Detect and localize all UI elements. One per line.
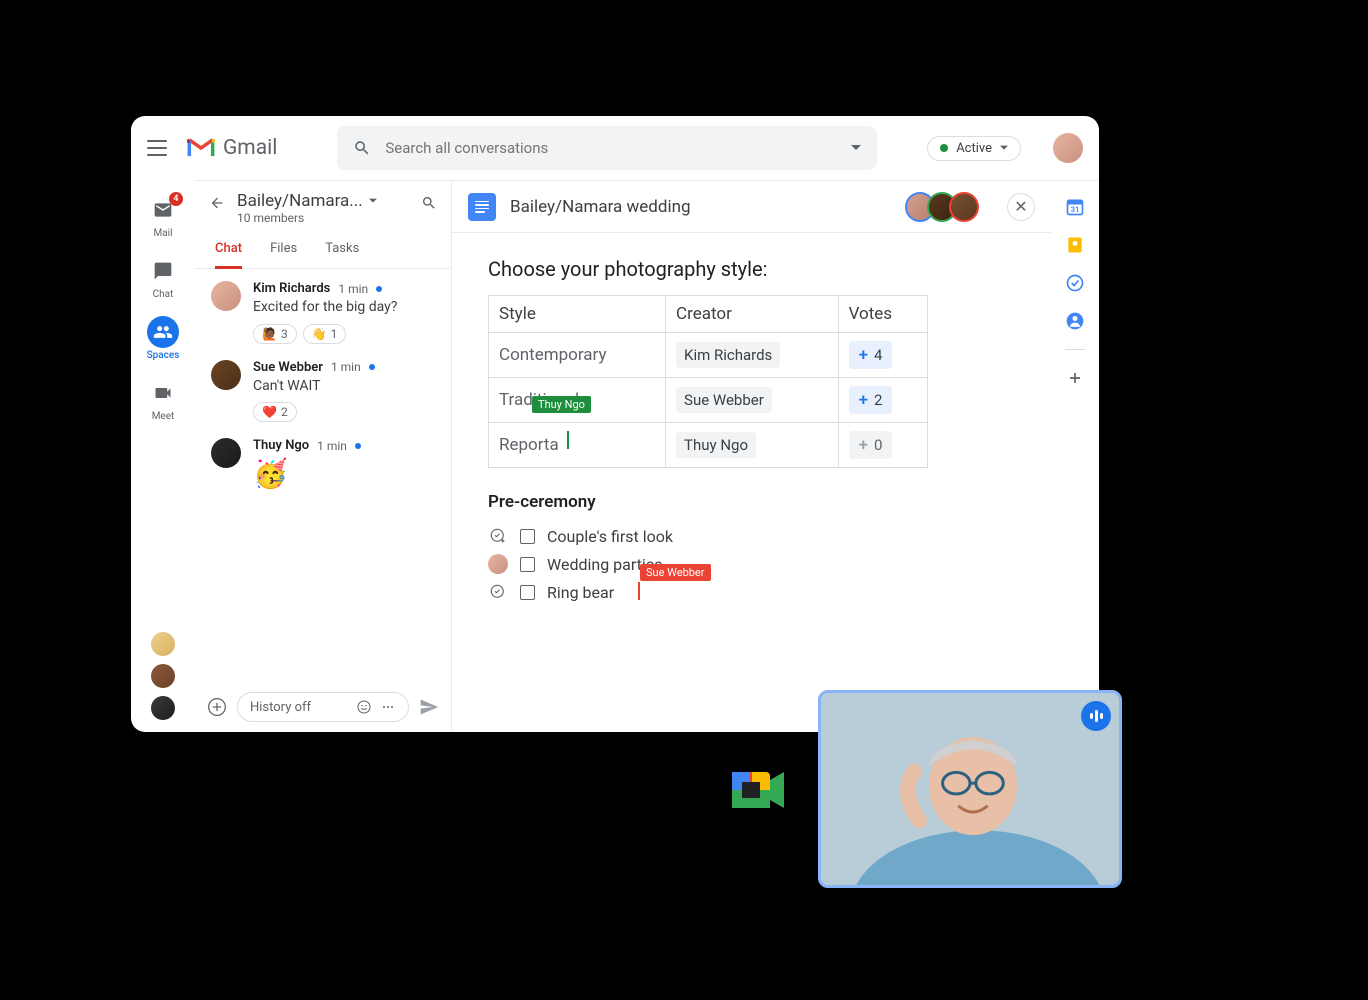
profile-avatar[interactable] <box>1053 133 1083 163</box>
checklist-item: Ring bear Sue Webber <box>488 578 1015 606</box>
checklist-item: Wedding parties <box>488 550 1015 578</box>
topbar: Gmail Active <box>131 116 1099 180</box>
assignee-avatar[interactable] <box>488 554 508 574</box>
meet-video-pip[interactable] <box>818 690 1122 888</box>
document-panel: Bailey/Namara wedding ✕ Choose your phot… <box>451 180 1051 732</box>
nav-chat[interactable]: Chat <box>131 249 195 306</box>
checkbox[interactable] <box>520 529 535 544</box>
doc-section-heading: Pre-ceremony <box>488 492 1015 512</box>
menu-icon[interactable] <box>147 138 167 158</box>
chevron-down-icon[interactable] <box>369 197 377 205</box>
doc-body[interactable]: Choose your photography style: Style Cre… <box>452 233 1051 732</box>
messages-list: Kim Richards1 min Excited for the big da… <box>195 269 451 682</box>
space-title[interactable]: Bailey/Namara... <box>237 191 363 211</box>
compose-area: History off <box>195 682 451 732</box>
tab-files[interactable]: Files <box>270 231 297 269</box>
gmail-m-icon <box>187 137 215 159</box>
space-members[interactable]: 10 members <box>237 211 409 225</box>
emoji-icon[interactable] <box>356 699 372 715</box>
tab-tasks[interactable]: Tasks <box>325 231 359 269</box>
speaking-indicator-icon <box>1081 701 1111 731</box>
tab-chat[interactable]: Chat <box>215 231 242 269</box>
chevron-down-icon <box>1000 144 1008 152</box>
gmail-window: Gmail Active 4 Mail Chat <box>131 116 1099 732</box>
status-dot-icon <box>940 144 948 152</box>
status-chip[interactable]: Active <box>927 136 1021 161</box>
meet-logo-icon <box>726 764 790 816</box>
message: Sue Webber1 min Can't WAIT ❤️2 <box>211 360 435 423</box>
add-icon[interactable] <box>207 697 227 717</box>
doc-header: Bailey/Namara wedding ✕ <box>452 181 1051 233</box>
doc-title: Bailey/Namara wedding <box>510 197 899 217</box>
gmail-text: Gmail <box>223 136 277 160</box>
search-bar[interactable] <box>337 126 877 170</box>
gmail-logo[interactable]: Gmail <box>187 136 277 160</box>
unread-dot-icon <box>355 443 361 449</box>
table-row: Contemporary Kim Richards +4 <box>489 333 928 378</box>
nav-rail: 4 Mail Chat Spaces Meet <box>131 180 195 732</box>
calendar-icon[interactable]: 31 <box>1065 197 1085 217</box>
space-search-icon[interactable] <box>419 191 439 211</box>
space-header: Bailey/Namara... 10 members <box>195 181 451 231</box>
status-label: Active <box>956 141 992 156</box>
search-icon <box>353 139 371 157</box>
spaces-icon <box>153 322 173 342</box>
meet-icon <box>153 383 173 403</box>
compose-input[interactable]: History off <box>237 692 409 722</box>
video-participant <box>821 693 1119 887</box>
search-options-icon[interactable] <box>851 143 861 153</box>
vote-button[interactable]: +2 <box>849 386 893 414</box>
docs-icon <box>468 193 496 221</box>
doc-heading: Choose your photography style: <box>488 257 1015 281</box>
space-tabs: Chat Files Tasks <box>195 231 451 269</box>
checkbox[interactable] <box>520 557 535 572</box>
nav-avatar-3[interactable] <box>151 696 175 720</box>
reaction[interactable]: 👋1 <box>303 324 347 344</box>
divider <box>1065 349 1085 350</box>
unread-dot-icon <box>369 364 375 370</box>
style-table: Style Creator Votes Contemporary Kim Ric… <box>488 295 928 468</box>
back-arrow-icon[interactable] <box>207 191 227 211</box>
nav-avatar-2[interactable] <box>151 664 175 688</box>
chat-icon <box>153 261 173 281</box>
checkbox[interactable] <box>520 585 535 600</box>
avatar[interactable] <box>211 281 241 311</box>
assign-icon[interactable] <box>488 526 508 546</box>
nav-spaces[interactable]: Spaces <box>131 310 195 367</box>
add-icon[interactable] <box>1065 368 1085 388</box>
more-icon[interactable] <box>380 699 396 715</box>
nav-avatar-1[interactable] <box>151 632 175 656</box>
nav-mail[interactable]: 4 Mail <box>131 188 195 245</box>
keep-icon[interactable] <box>1065 235 1085 255</box>
tasks-icon[interactable] <box>1065 273 1085 293</box>
svg-text:31: 31 <box>1071 205 1080 214</box>
search-input[interactable] <box>385 139 837 157</box>
vote-button[interactable]: +4 <box>849 341 893 369</box>
space-panel: Bailey/Namara... 10 members Chat Files T… <box>195 180 451 732</box>
side-panel-rail: 31 <box>1051 180 1099 732</box>
contacts-icon[interactable] <box>1065 311 1085 331</box>
reaction[interactable]: ❤️2 <box>253 402 297 422</box>
send-icon[interactable] <box>419 697 439 717</box>
avatar[interactable] <box>211 360 241 390</box>
unread-dot-icon <box>376 286 382 292</box>
collaborator-avatar[interactable] <box>949 192 979 222</box>
assign-icon[interactable] <box>488 582 508 602</box>
mail-badge: 4 <box>169 192 183 206</box>
cursor-tag: Sue Webber <box>640 564 711 581</box>
table-row: Reporta Thuy Ngo +0 <box>489 423 928 468</box>
close-button[interactable]: ✕ <box>1007 193 1035 221</box>
nav-meet[interactable]: Meet <box>131 371 195 428</box>
doc-collaborators[interactable] <box>913 192 979 222</box>
main-area: 4 Mail Chat Spaces Meet <box>131 180 1099 732</box>
vote-button[interactable]: +0 <box>849 431 893 459</box>
cursor-tag: Thuy Ngo <box>532 396 591 413</box>
reaction[interactable]: 🙋🏾3 <box>253 324 297 344</box>
checklist-item: Couple's first look <box>488 522 1015 550</box>
message: Kim Richards1 min Excited for the big da… <box>211 281 435 344</box>
avatar[interactable] <box>211 438 241 468</box>
message: Thuy Ngo1 min 🥳 <box>211 438 435 490</box>
